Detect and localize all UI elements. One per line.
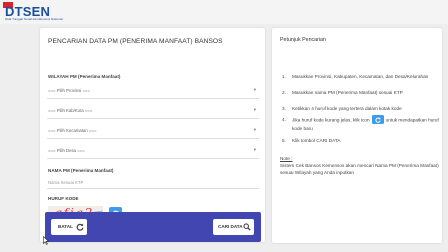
refresh-icon: [76, 223, 84, 231]
top-bar: DTSEN Data Tunggal Sosial dan Ekonomi Na…: [0, 0, 448, 24]
huruf-kode-label: HURUF KODE: [48, 196, 79, 201]
instructions-title: Petunjuk Pencarian: [280, 37, 326, 43]
cari-data-button[interactable]: CARI DATA: [213, 219, 254, 235]
desa-select[interactable]: === Pilih Desa === ▾: [47, 143, 259, 159]
dtsen-logo[interactable]: DTSEN Data Tunggal Sosial dan Ekonomi Na…: [3, 2, 63, 22]
kabkota-select[interactable]: === Pilih Kab/Kota === ▾: [47, 103, 259, 119]
nama-input-placeholder: Nama Sesuai KTP: [48, 180, 84, 185]
kecamatan-select[interactable]: === Pilih Kecamatan === ▾: [47, 123, 259, 139]
search-form-card: PENCARIAN DATA PM (PENERIMA MANFAAT) BAN…: [40, 28, 265, 242]
form-action-bar: BATAL CARI DATA: [45, 212, 261, 242]
note-label: Note :: [280, 156, 293, 161]
batal-button-label: BATAL: [58, 224, 73, 229]
chevron-down-icon: ▾: [253, 87, 256, 92]
refresh-icon: [371, 115, 384, 124]
search-icon: [243, 223, 251, 231]
nama-input[interactable]: Nama Sesuai KTP: [47, 176, 259, 189]
nama-label: NAMA PM (Penerima Manfaat): [48, 168, 114, 173]
batal-button[interactable]: BATAL: [51, 219, 87, 235]
kabkota-select-value: === Pilih Kab/Kota ===: [48, 108, 93, 113]
logo-subtitle: Data Tunggal Sosial dan Ekonomi Nasional: [5, 17, 63, 21]
chevron-down-icon: ▾: [253, 127, 256, 132]
form-title: PENCARIAN DATA PM (PENERIMA MANFAAT) BAN…: [48, 38, 223, 45]
provinsi-select-value: === Pilih Provinsi ===: [48, 88, 91, 93]
chevron-down-icon: ▾: [253, 147, 256, 152]
provinsi-select[interactable]: === Pilih Provinsi === ▾: [47, 83, 259, 99]
wilayah-label: WILAYAH PM (Penerima Manfaat): [48, 74, 121, 79]
mouse-cursor-icon: [43, 236, 49, 245]
cari-data-button-label: CARI DATA: [218, 224, 243, 229]
note-text: Sistem Cek Bansos Kemensos akan mencari …: [280, 163, 439, 175]
desa-select-value: === Pilih Desa ===: [48, 148, 85, 153]
kecamatan-select-value: === Pilih Kecamatan ===: [48, 128, 97, 133]
chevron-down-icon: ▾: [253, 107, 256, 112]
instructions-card: Petunjuk Pencarian 1. Masukkan Provinsi,…: [272, 28, 442, 243]
